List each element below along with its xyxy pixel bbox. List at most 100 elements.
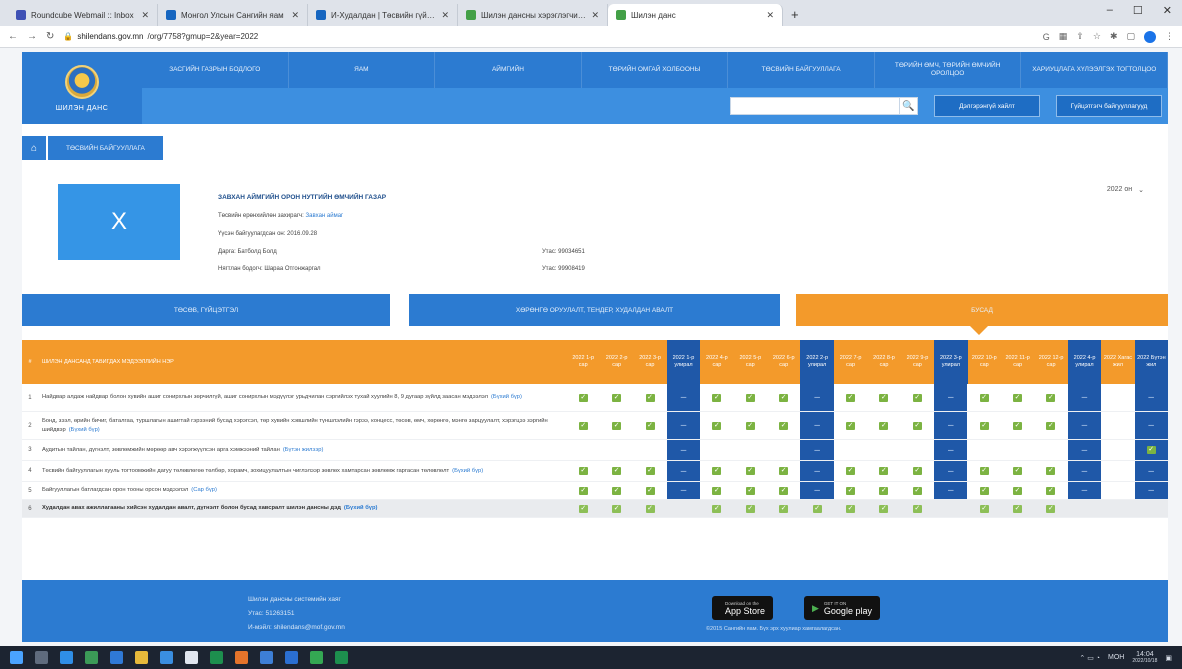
status-cell[interactable]: ✓ <box>1034 461 1068 482</box>
status-cell[interactable]: ✓ <box>700 482 734 500</box>
app-icon[interactable] <box>160 651 173 664</box>
status-cell[interactable]: ✓ <box>1034 500 1068 518</box>
check-icon[interactable]: ✓ <box>712 486 722 495</box>
status-cell[interactable]: ✓ <box>600 500 634 518</box>
status-cell[interactable]: ✓ <box>633 461 667 482</box>
translate-icon[interactable]: G <box>1043 32 1050 42</box>
star-icon[interactable]: ☆ <box>1093 31 1101 42</box>
check-icon[interactable]: ✓ <box>879 393 889 402</box>
check-icon[interactable]: ✓ <box>1013 421 1023 430</box>
status-cell[interactable]: ✓ <box>1000 461 1035 482</box>
dash-cell[interactable]: – <box>1067 461 1102 482</box>
breadcrumb-item[interactable]: ТӨСВИЙН БАЙГУУЛЛАГА <box>48 136 163 160</box>
status-cell[interactable]: ✓ <box>1134 440 1168 461</box>
close-window-icon[interactable]: ✕ <box>1163 4 1172 17</box>
tray-icons[interactable]: ⌃ ▭ ◔ <box>1079 654 1100 662</box>
dash-cell[interactable]: – <box>934 412 968 440</box>
check-icon[interactable]: ✓ <box>1146 446 1156 454</box>
status-cell[interactable]: ✓ <box>833 482 868 500</box>
status-cell[interactable]: ✓ <box>1034 384 1068 412</box>
check-icon[interactable]: ✓ <box>1013 486 1023 495</box>
dash-cell[interactable]: – <box>800 384 834 412</box>
status-cell[interactable]: ✓ <box>767 461 801 482</box>
status-cell[interactable]: ✓ <box>867 461 901 482</box>
status-cell[interactable]: ✓ <box>767 412 801 440</box>
check-icon[interactable]: ✓ <box>745 393 755 402</box>
search-icon[interactable]: 🔍 <box>900 97 918 115</box>
firefox-icon[interactable] <box>235 651 248 664</box>
check-icon[interactable]: ✓ <box>578 467 588 475</box>
status-cell[interactable]: ✓ <box>867 482 901 500</box>
footer-email[interactable]: И-мэйл: shilendans@mof.gov.mn <box>248 624 345 631</box>
status-cell[interactable]: ✓ <box>566 500 600 518</box>
profile-avatar-icon[interactable] <box>1144 30 1156 43</box>
dash-cell[interactable]: – <box>1134 482 1168 500</box>
year-select[interactable]: 2022 он ⌄ <box>1107 186 1144 194</box>
dash-cell[interactable]: – <box>800 461 834 482</box>
check-icon[interactable]: ✓ <box>912 486 922 495</box>
back-icon[interactable]: ← <box>8 31 18 42</box>
dash-cell[interactable]: – <box>1067 384 1102 412</box>
dash-cell[interactable]: – <box>666 412 701 440</box>
check-icon[interactable]: ✓ <box>812 504 822 513</box>
status-cell[interactable]: ✓ <box>733 461 768 482</box>
edge-icon[interactable] <box>60 651 73 664</box>
check-icon[interactable]: ✓ <box>912 467 922 475</box>
dash-cell[interactable]: – <box>934 384 968 412</box>
status-cell[interactable]: ✓ <box>600 412 634 440</box>
status-cell[interactable]: ✓ <box>900 384 935 412</box>
check-icon[interactable]: ✓ <box>612 467 622 475</box>
dash-cell[interactable]: – <box>800 440 834 461</box>
status-cell[interactable]: ✓ <box>633 500 667 518</box>
dash-cell[interactable]: – <box>800 412 834 440</box>
dash-cell[interactable]: – <box>934 440 968 461</box>
word-icon[interactable] <box>260 651 273 664</box>
status-cell[interactable]: ✓ <box>733 412 768 440</box>
check-icon[interactable]: ✓ <box>578 393 588 402</box>
check-icon[interactable]: ✓ <box>612 486 622 495</box>
check-icon[interactable]: ✓ <box>745 504 755 513</box>
check-icon[interactable]: ✓ <box>645 486 655 495</box>
status-cell[interactable]: ✓ <box>833 412 868 440</box>
check-icon[interactable]: ✓ <box>846 504 856 513</box>
tab-close-icon[interactable]: ✕ <box>766 10 774 21</box>
home-icon[interactable]: ⌂ <box>22 136 48 160</box>
check-icon[interactable]: ✓ <box>578 486 588 495</box>
status-cell[interactable]: ✓ <box>566 412 600 440</box>
check-icon[interactable]: ✓ <box>779 504 789 513</box>
check-icon[interactable]: ✓ <box>846 467 856 475</box>
status-cell[interactable]: ✓ <box>867 500 901 518</box>
check-icon[interactable]: ✓ <box>612 393 622 402</box>
check-icon[interactable]: ✓ <box>612 421 622 430</box>
dash-cell[interactable]: – <box>1134 461 1168 482</box>
check-icon[interactable]: ✓ <box>578 421 588 430</box>
status-cell[interactable]: ✓ <box>833 500 868 518</box>
browser-tab[interactable]: Шилэн дансны хэрэглэгчийн ✕ <box>458 4 608 26</box>
check-icon[interactable]: ✓ <box>979 393 989 402</box>
check-icon[interactable]: ✓ <box>846 486 856 495</box>
check-icon[interactable]: ✓ <box>1046 486 1056 495</box>
app-store-button[interactable]: Download on the App Store <box>712 596 774 620</box>
advanced-search-button[interactable]: Дэлгэрэнгүй хайлт <box>934 95 1040 117</box>
folder-icon[interactable] <box>135 651 148 664</box>
chrome-icon[interactable] <box>310 651 323 664</box>
new-tab-button[interactable]: + <box>783 4 807 26</box>
status-cell[interactable]: ✓ <box>600 461 634 482</box>
status-cell[interactable]: ✓ <box>1000 500 1035 518</box>
maximize-icon[interactable]: ☐ <box>1133 4 1143 17</box>
check-icon[interactable]: ✓ <box>1013 393 1023 402</box>
check-icon[interactable]: ✓ <box>846 393 856 402</box>
status-cell[interactable]: ✓ <box>800 500 834 518</box>
status-cell[interactable]: ✓ <box>967 412 1001 440</box>
check-icon[interactable]: ✓ <box>745 467 755 475</box>
site-logo[interactable]: ШИЛЭН ДАНС <box>22 52 142 124</box>
status-cell[interactable]: ✓ <box>733 482 768 500</box>
check-icon[interactable]: ✓ <box>879 467 889 475</box>
notification-icon[interactable]: ▣ <box>1165 654 1172 662</box>
status-cell[interactable]: ✓ <box>1034 482 1068 500</box>
status-cell[interactable]: ✓ <box>566 461 600 482</box>
status-cell[interactable]: ✓ <box>967 461 1001 482</box>
check-icon[interactable]: ✓ <box>912 421 922 430</box>
tray-clock[interactable]: 14:04 2022/10/18 <box>1132 651 1157 664</box>
check-icon[interactable]: ✓ <box>979 504 989 513</box>
